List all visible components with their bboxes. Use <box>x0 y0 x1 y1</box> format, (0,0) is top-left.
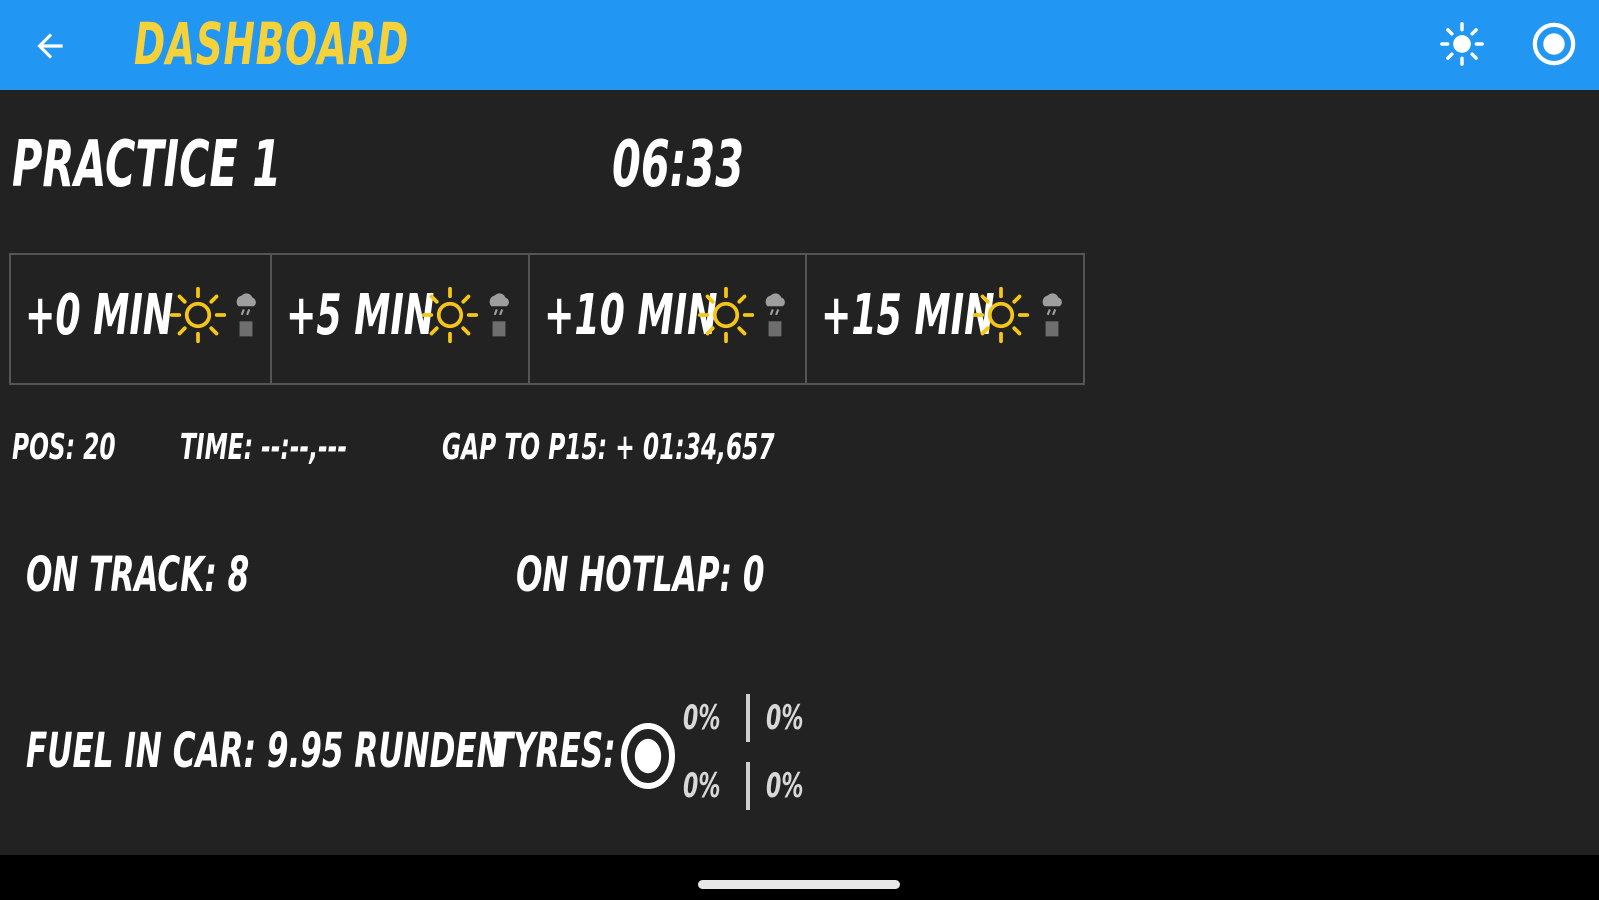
sun-icon <box>169 286 227 344</box>
arrow-left-icon <box>37 33 63 59</box>
sun-icon <box>421 286 479 344</box>
sun-icon <box>697 286 755 344</box>
session-name: PRACTICE 1 <box>12 128 282 202</box>
forecast-slot: +0 MIN <box>11 255 272 383</box>
back-button[interactable] <box>22 18 78 74</box>
forecast-slot: +5 MIN <box>272 255 530 383</box>
home-gesture-handle[interactable] <box>698 880 900 889</box>
forecast-label: +5 MIN <box>286 283 435 348</box>
forecast-slot: +10 MIN <box>530 255 807 383</box>
forecast-label: +0 MIN <box>25 283 174 348</box>
forecast-label: +15 MIN <box>821 283 995 348</box>
tyre-front-left: 0% <box>683 698 721 738</box>
tyre-divider <box>746 694 750 742</box>
weather-forecast: +0 MIN +5 MIN +10 MIN +15 MIN <box>9 253 1085 385</box>
forecast-label: +10 MIN <box>544 283 718 348</box>
record-button[interactable] <box>1524 14 1584 74</box>
rain-cloud-icon <box>765 293 785 337</box>
gap-stat: GAP TO P15: + 01:34,657 <box>442 427 775 468</box>
app-bar: DASHBOARD <box>0 0 1599 90</box>
session-timer: 06:33 <box>612 128 744 202</box>
brightness-button[interactable] <box>1432 14 1492 74</box>
tyres-label: TYRES: <box>492 723 616 779</box>
rain-cloud-icon <box>489 293 509 337</box>
system-navigation-bar <box>0 855 1599 900</box>
on-hotlap-stat: ON HOTLAP: 0 <box>516 547 765 603</box>
forecast-slot: +15 MIN <box>807 255 1083 383</box>
tyre-front-right: 0% <box>766 698 804 738</box>
lap-time-stat: TIME: --:--,--- <box>180 427 348 468</box>
tyre-icon <box>621 723 675 789</box>
tyre-divider <box>746 762 750 810</box>
record-icon <box>1532 22 1576 66</box>
sun-icon <box>972 286 1030 344</box>
on-track-stat: ON TRACK: 8 <box>26 547 250 603</box>
tyre-rear-right: 0% <box>766 766 804 806</box>
rain-cloud-icon <box>1042 293 1062 337</box>
fuel-stat: FUEL IN CAR: 9.95 RUNDEN <box>26 723 503 779</box>
position-stat: POS: 20 <box>12 427 116 468</box>
tyre-rear-left: 0% <box>683 766 721 806</box>
brightness-icon <box>1440 22 1484 66</box>
rain-cloud-icon <box>236 293 256 337</box>
page-title: DASHBOARD <box>134 10 410 78</box>
